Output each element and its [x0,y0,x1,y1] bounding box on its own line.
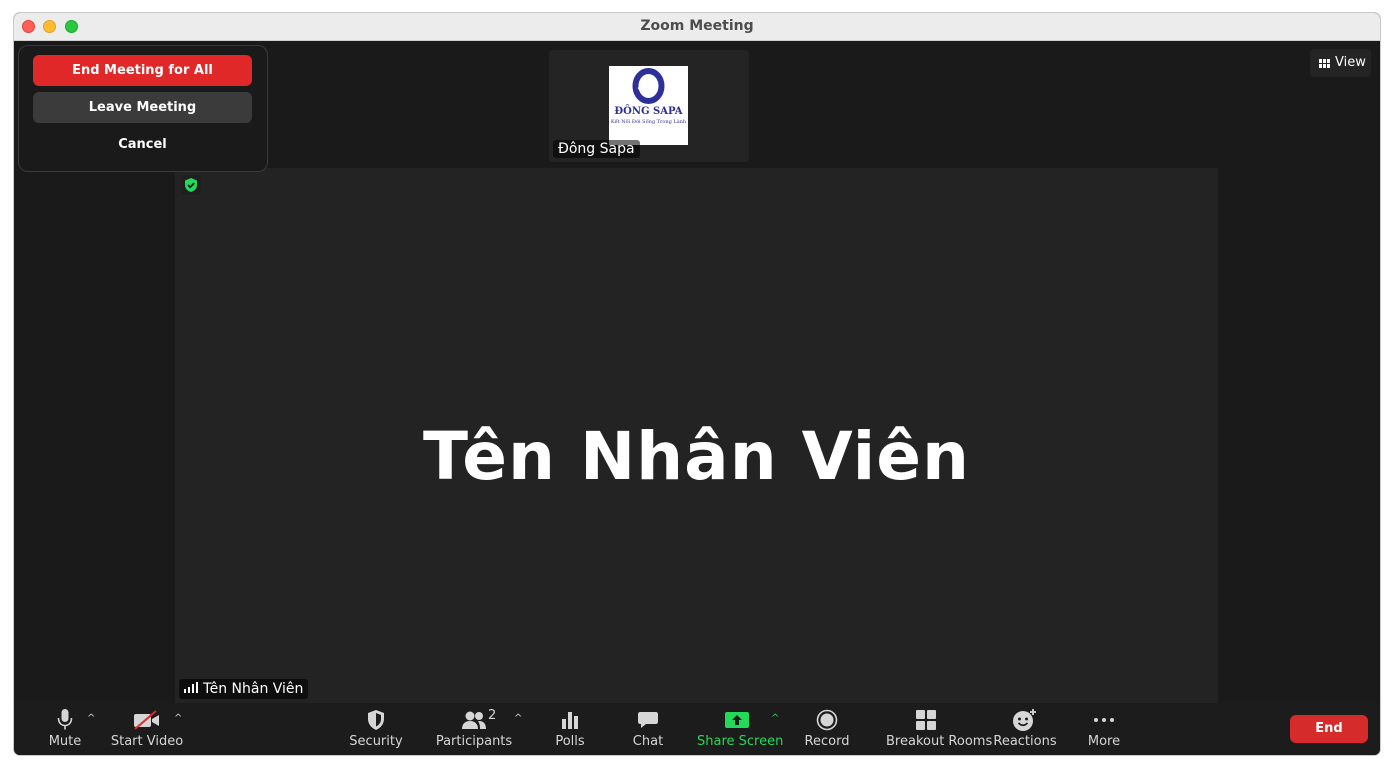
start-video-label: Start Video [110,734,184,749]
logo-tagline: Kết Nối Đời Sống Trong Lành [610,119,687,125]
polls-label: Polls [555,734,585,749]
start-video-button[interactable]: Start Video [111,703,183,755]
zoom-window: Zoom Meeting ĐÔNG SAPA Kết Nối Đời Sống … [14,13,1380,755]
view-button[interactable]: View [1310,49,1371,77]
window-title: Zoom Meeting [640,18,754,34]
security-button[interactable]: Security [349,703,403,755]
more-label: More [1087,734,1121,749]
chat-bubble-icon [628,708,668,732]
participants-options-chevron-icon[interactable]: ^ [514,713,522,724]
more-dots-icon [1084,708,1124,732]
participant-thumbnail[interactable]: ĐÔNG SAPA Kết Nối Đời Sống Trong Lành Đô… [549,50,749,162]
security-shield-icon [356,708,396,732]
share-options-chevron-icon[interactable]: ^ [771,713,779,724]
share-screen-label: Share Screen [697,734,784,749]
reactions-emoji-icon [1005,708,1045,732]
audio-options-chevron-icon[interactable]: ^ [87,713,95,724]
leave-meeting-button[interactable]: Leave Meeting [33,92,252,123]
company-logo: ĐÔNG SAPA Kết Nối Đời Sống Trong Lành [609,66,688,145]
video-off-icon [125,708,169,732]
breakout-rooms-icon [906,708,946,732]
security-label: Security [349,734,403,749]
participants-count: 2 [488,708,497,723]
microphone-icon [46,708,84,732]
logo-mark-icon [632,68,665,104]
signal-strength-icon [184,681,198,697]
record-label: Record [804,734,850,749]
logo-name: ĐÔNG SAPA [614,106,683,117]
meeting-toolbar: Mute ^ Start Video ^ Security Participan… [14,703,1380,755]
mute-button[interactable]: Mute [46,703,84,755]
record-button[interactable]: Record [805,703,849,755]
share-screen-button[interactable]: Share Screen [697,703,783,755]
encryption-shield-icon[interactable] [181,175,201,195]
record-icon [807,708,847,732]
more-button[interactable]: More [1084,703,1124,755]
view-button-label: View [1335,55,1366,70]
chat-button[interactable]: Chat [628,703,668,755]
breakout-rooms-button[interactable]: Breakout Rooms [886,703,992,755]
thumbnail-name-label: Đông Sapa [553,140,640,158]
mute-label: Mute [48,734,82,749]
cancel-button[interactable]: Cancel [33,129,252,160]
name-tag-text: Tên Nhân Viên [203,681,304,697]
participants-label: Participants [435,734,513,749]
grid-icon [1319,58,1330,73]
end-meeting-button[interactable]: End [1290,715,1368,743]
active-speaker-video: Tên Nhân Viên Tên Nhân Viên [175,168,1218,703]
end-meeting-for-all-button[interactable]: End Meeting for All [33,55,252,86]
participant-name-tag: Tên Nhân Viên [179,679,309,699]
participant-display-name: Tên Nhân Viên [423,418,970,495]
end-meeting-popup: End Meeting for All Leave Meeting Cancel [18,45,268,172]
title-bar: Zoom Meeting [14,13,1380,41]
video-options-chevron-icon[interactable]: ^ [174,713,182,724]
polls-button[interactable]: Polls [550,703,590,755]
polls-icon [550,708,590,732]
breakout-rooms-label: Breakout Rooms [886,734,993,749]
reactions-button[interactable]: Reactions [993,703,1057,755]
chat-label: Chat [632,734,664,749]
reactions-label: Reactions [993,734,1057,749]
share-screen-icon [717,708,757,732]
